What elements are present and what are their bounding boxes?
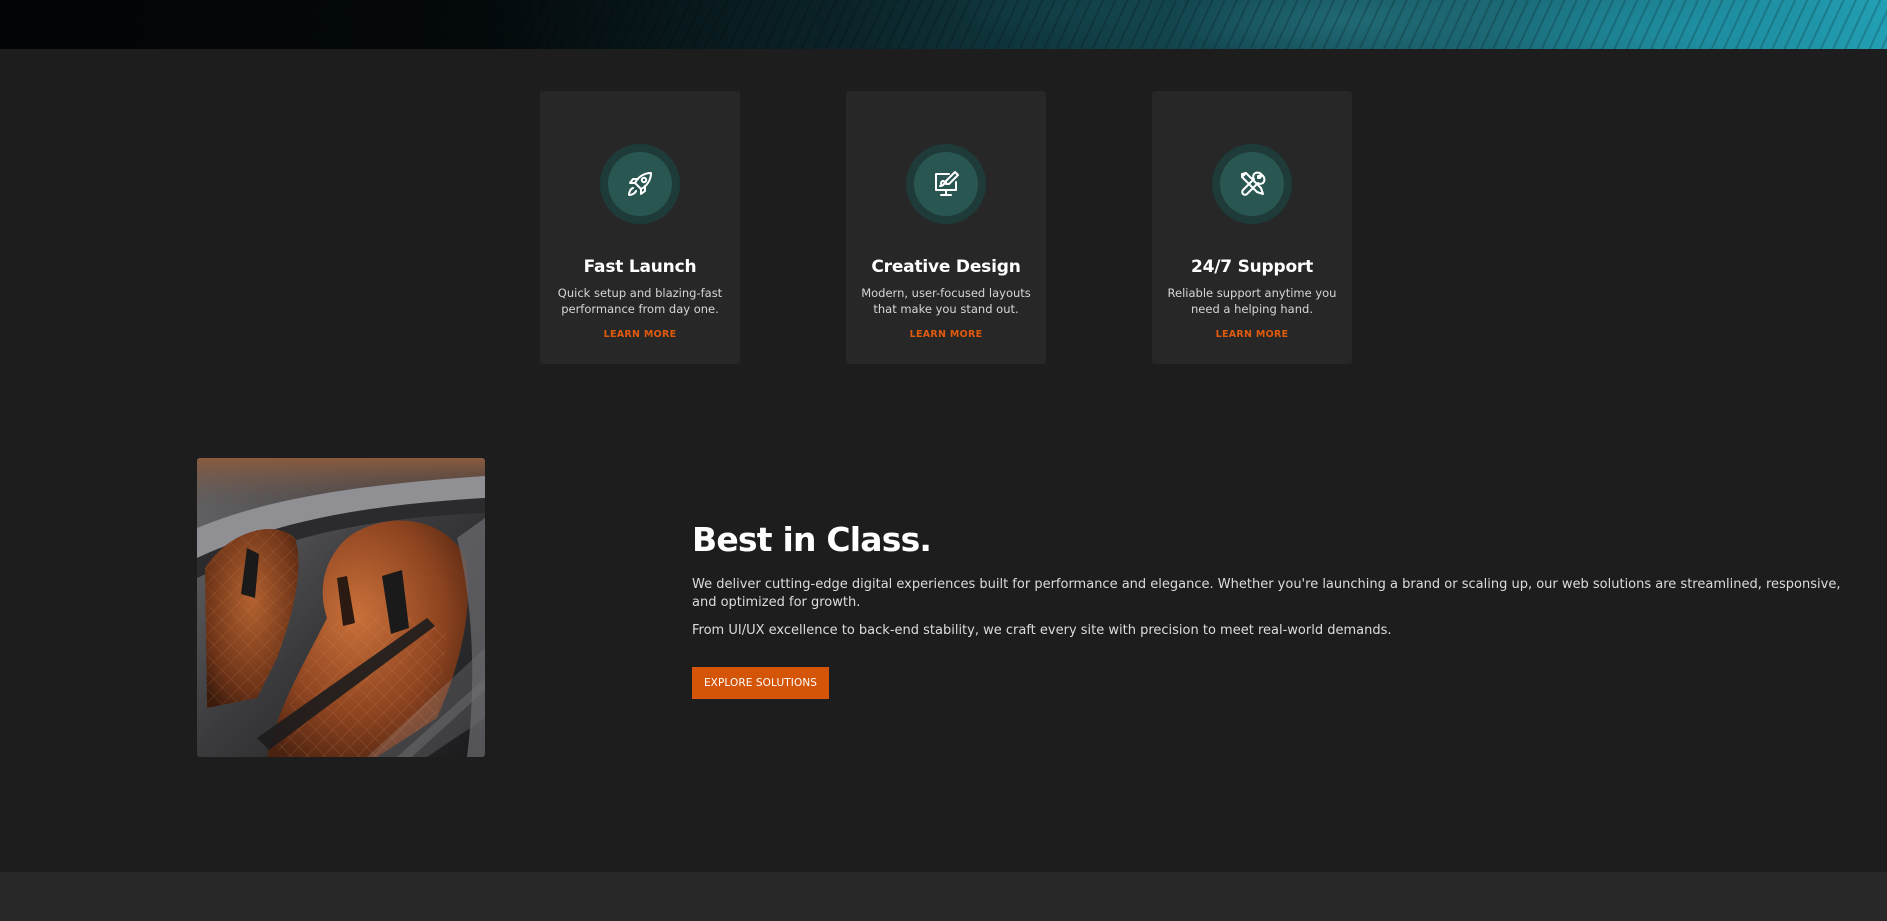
about-paragraph-2: From UI/UX excellence to back-end stabil…	[692, 623, 1392, 638]
feature-description: Reliable support anytime you need a help…	[1167, 286, 1337, 316]
feature-icon-circle	[914, 152, 978, 216]
learn-more-link[interactable]: LEARN MORE	[846, 329, 1046, 340]
design-monitor-icon	[935, 171, 959, 196]
feature-card-support: 24/7 Support Reliable support anytime yo…	[1152, 91, 1352, 364]
tools-icon	[1241, 171, 1266, 196]
learn-more-link[interactable]: LEARN MORE	[1152, 329, 1352, 340]
feature-icon-ring	[600, 144, 680, 224]
feature-icon-circle	[1220, 152, 1284, 216]
section-heading: Best in Class.	[692, 520, 932, 559]
feature-card-creative-design: Creative Design Modern, user-focused lay…	[846, 91, 1046, 364]
hero-banner-strip	[0, 0, 1887, 49]
feature-icon-ring	[906, 144, 986, 224]
explore-solutions-button[interactable]: EXPLORE SOLUTIONS	[692, 667, 829, 699]
page: Fast Launch Quick setup and blazing-fast…	[0, 0, 1887, 921]
footer-band	[0, 872, 1887, 921]
feature-title: Creative Design	[871, 257, 1021, 277]
feature-title: Fast Launch	[583, 257, 697, 277]
feature-icon-ring	[1212, 144, 1292, 224]
car-interior-illustration	[197, 458, 485, 757]
feature-card-fast-launch: Fast Launch Quick setup and blazing-fast…	[540, 91, 740, 364]
feature-description: Modern, user-focused layouts that make y…	[861, 286, 1031, 316]
about-paragraph-1: We deliver cutting-edge digital experien…	[692, 577, 1841, 610]
about-section: Best in Class. We deliver cutting-edge d…	[692, 516, 1852, 699]
car-interior-image	[197, 458, 485, 757]
rocket-icon	[628, 172, 652, 196]
feature-description: Quick setup and blazing-fast performance…	[557, 286, 723, 316]
feature-icon-circle	[608, 152, 672, 216]
learn-more-link[interactable]: LEARN MORE	[540, 329, 740, 340]
feature-title: 24/7 Support	[1190, 257, 1314, 277]
